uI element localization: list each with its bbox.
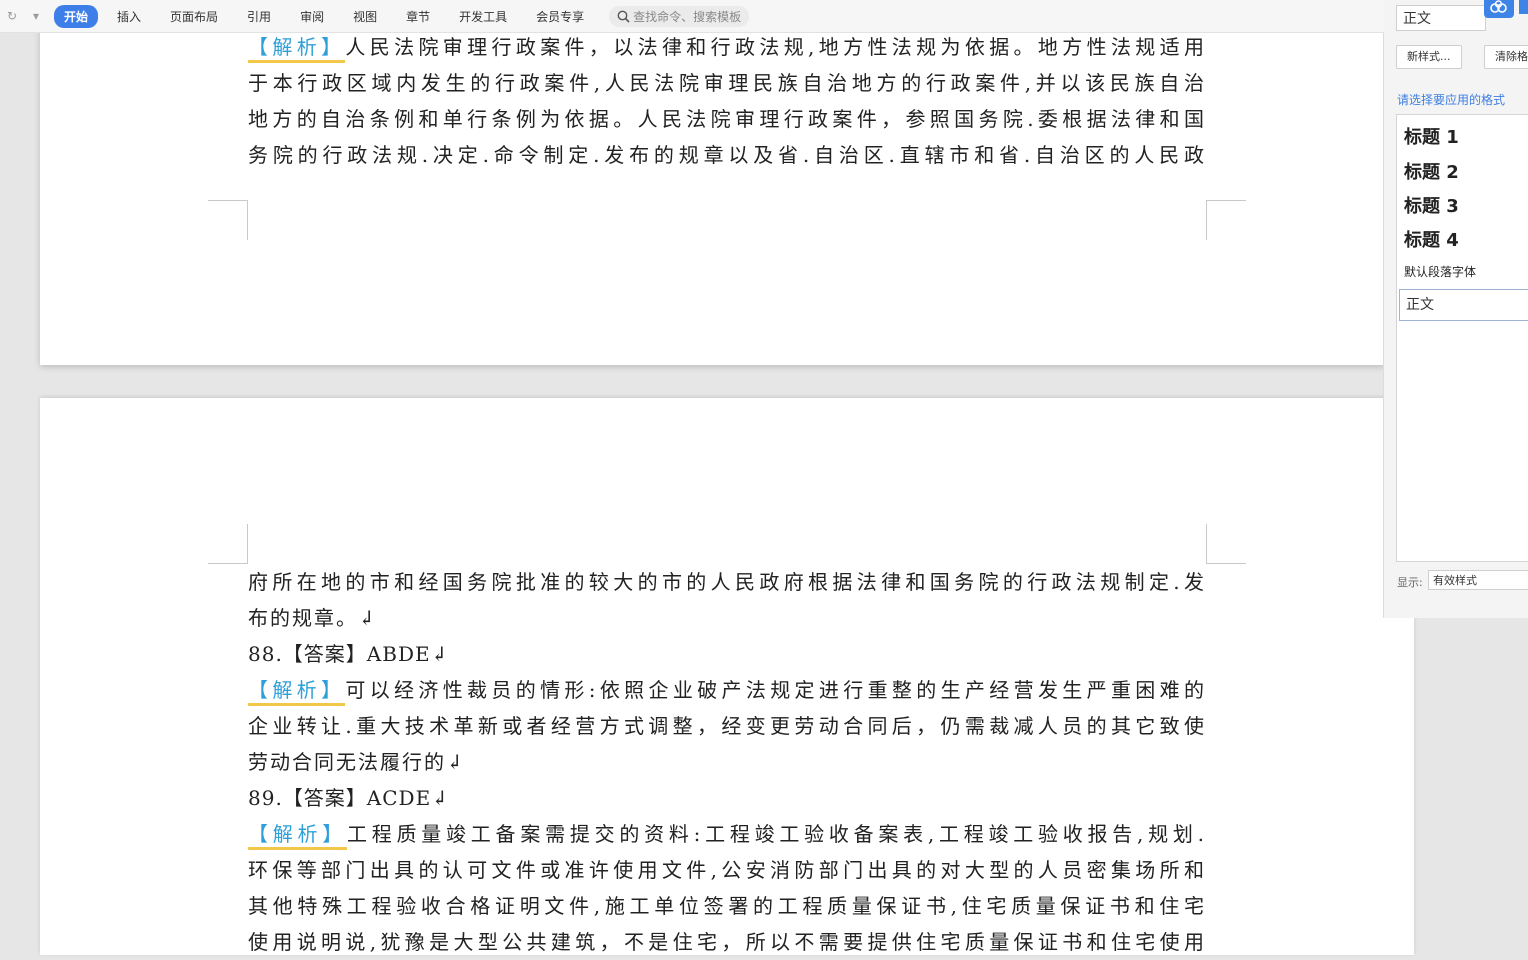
corner-mark (1206, 563, 1246, 564)
text-line: 【解析】人民法院审理行政案件，以法律和行政法规,地方性法规为依据。地方性法规适用 (248, 29, 1206, 65)
text-line: 劳动合同无法履行的↲ (248, 750, 465, 774)
corner-mark (1206, 200, 1207, 240)
text-line: 地方的自治条例和单行条例为依据。人民法院审理行政案件，参照国务院.委根据法律和国 (248, 107, 1206, 131)
search-icon (617, 10, 630, 23)
answer-89: 89.【答案】ACDE↲ (248, 786, 449, 810)
style-hint: 请选择要应用的格式 (1397, 93, 1506, 107)
jiexi-label: 【解析】 (248, 822, 348, 850)
style-heading-4[interactable]: 标题 4 (1404, 226, 1459, 252)
tab-view[interactable]: 视图 (343, 5, 387, 28)
tab-home[interactable]: 开始 (54, 4, 99, 28)
page2-content[interactable]: 府所在地的市和经国务院批准的较大的市的人民政府根据法律和国务院的行政法规制定.发… (248, 564, 1206, 960)
text-line: 环保等部门出具的认可文件或准许使用文件,公安消防部门出具的对大型的人员密集场所和 (248, 858, 1206, 882)
tab-member[interactable]: 会员专享 (526, 5, 594, 28)
tab-developer[interactable]: 开发工具 (449, 5, 517, 28)
ribbon-toolbar: ↻ ▾ 开始 插入 页面布局 引用 审阅 视图 章节 开发工具 会员专享 查找命… (0, 0, 1384, 33)
current-style-input[interactable]: 正文 (1396, 5, 1486, 31)
command-search[interactable]: 查找命令、搜索模板 (609, 5, 750, 27)
text-line: 【解析】可以经济性裁员的情形:依照企业破产法规定进行重整的生产经营发生严重困难的 (248, 672, 1206, 708)
ribbon-tabs: 开始 插入 页面布局 引用 审阅 视图 章节 开发工具 会员专享 (54, 4, 603, 28)
cloud-icon[interactable] (1484, 0, 1514, 18)
style-heading-2[interactable]: 标题 2 (1404, 158, 1459, 184)
corner-mark (247, 200, 248, 240)
style-default-paragraph-font[interactable]: 默认段落字体 (1404, 263, 1476, 280)
new-style-button[interactable]: 新样式... (1396, 45, 1462, 69)
tab-review[interactable]: 审阅 (290, 5, 334, 28)
style-heading-1[interactable]: 标题 1 (1404, 123, 1459, 149)
tab-chapter[interactable]: 章节 (396, 5, 440, 28)
jiexi-label: 【解析】 (248, 35, 346, 63)
quick-access-dropdown-icon[interactable]: ▾ (24, 9, 48, 23)
style-heading-3[interactable]: 标题 3 (1404, 192, 1459, 218)
style-body-selected[interactable]: 正文 (1399, 289, 1528, 321)
text-line: 【解析】工程质量竣工备案需提交的资料:工程竣工验收备案表,工程竣工验收报告,规划… (248, 816, 1206, 852)
text-line: 布的规章。↲ (248, 606, 377, 630)
tab-page-layout[interactable]: 页面布局 (160, 5, 228, 28)
text-line: 府所在地的市和经国务院批准的较大的市的人民政府根据法律和国务院的行政法规制定.发 (248, 570, 1206, 594)
text-line: 于本行政区域内发生的行政案件,人民法院审理民族自治地方的行政案件,并以该民族自治 (248, 71, 1206, 95)
show-select[interactable]: 有效样式 (1428, 570, 1528, 590)
tab-references[interactable]: 引用 (237, 5, 281, 28)
text-line: 务院的行政法规.决定.命令制定.发布的规章以及省.自治区.直辖市和省.自治区的人… (248, 143, 1206, 167)
corner-mark (1206, 200, 1246, 201)
jiexi-label: 【解析】 (248, 678, 346, 706)
search-placeholder: 查找命令、搜索模板 (633, 9, 742, 24)
tab-insert[interactable]: 插入 (107, 5, 151, 28)
panel-toggle-icon[interactable] (1519, 0, 1528, 14)
corner-mark (247, 524, 248, 564)
corner-mark (1206, 524, 1207, 564)
corner-mark (208, 563, 248, 564)
styles-panel: 正文 新样式... 清除格 请选择要应用的格式 标题 1 标题 2 标题 3 标… (1383, 0, 1528, 618)
style-list: 标题 1 标题 2 标题 3 标题 4 默认段落字体 正文 (1396, 114, 1528, 562)
clear-format-button[interactable]: 清除格 (1484, 45, 1528, 69)
text-line: 其他特殊工程验收合格证明文件,施工单位签署的工程质量保证书,住宅质量保证书和住宅 (248, 894, 1206, 918)
answer-88: 88.【答案】ABDE↲ (248, 642, 449, 666)
page1-paragraph[interactable]: 【解析】人民法院审理行政案件，以法律和行政法规,地方性法规为依据。地方性法规适用… (248, 29, 1206, 173)
show-label: 显示: (1397, 576, 1423, 589)
redo-icon[interactable]: ↻ (0, 9, 24, 23)
corner-mark (208, 200, 248, 201)
text-line: 企业转让.重大技术革新或者经营方式调整，经变更劳动合同后，仍需裁减人员的其它致使 (248, 714, 1206, 738)
